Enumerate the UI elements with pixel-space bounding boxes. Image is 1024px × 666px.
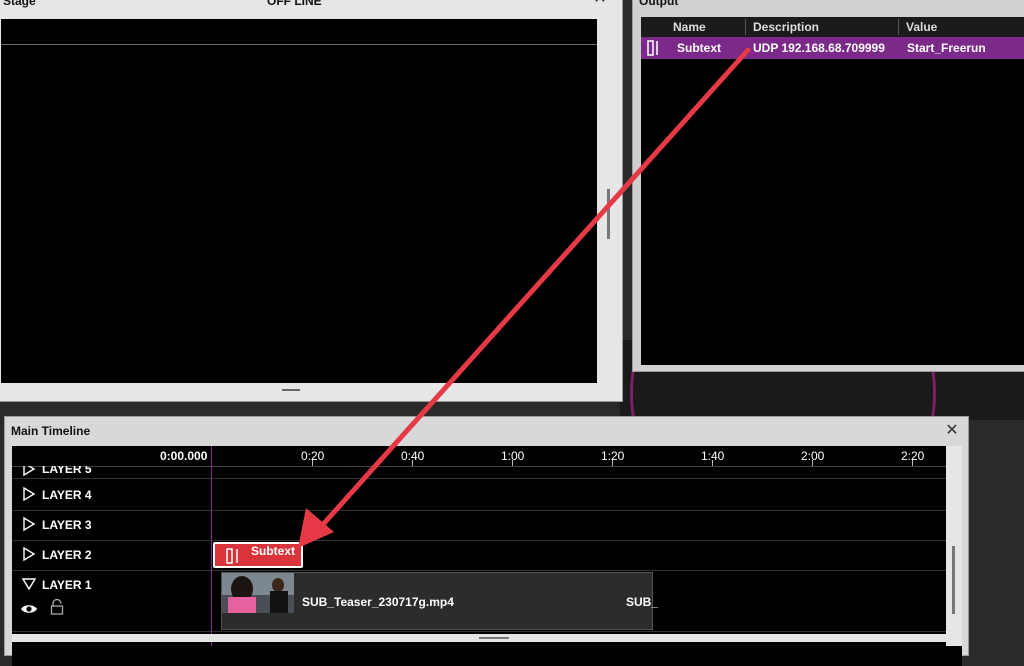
output-row-description: UDP 192.168.68.709999: [753, 41, 885, 55]
output-title: Output: [639, 0, 679, 8]
timeline-body: 0:00.000 0:20 0:40 1:00 1:20 1:40 2:00 2…: [12, 446, 962, 666]
playhead[interactable]: [211, 446, 212, 646]
layer-label: LAYER 5: [42, 466, 92, 476]
stage-divider: [1, 44, 597, 45]
column-name[interactable]: Name: [673, 20, 706, 34]
layer-label: LAYER 4: [42, 488, 92, 502]
layer-row-2[interactable]: LAYER 2: [12, 541, 946, 571]
stage-resize-handle[interactable]: [282, 389, 300, 391]
column-divider[interactable]: [898, 19, 899, 35]
output-row-name: Subtext: [677, 41, 722, 55]
media-filename-repeat: SUB_: [626, 595, 659, 609]
stage-scroll-thumb[interactable]: [607, 189, 610, 239]
stage-canvas[interactable]: [1, 19, 597, 383]
output-table-header: Name Description Value: [641, 17, 1024, 37]
timeline-vertical-scrollbar[interactable]: [946, 446, 962, 646]
timeline-window: Main Timeline ✕ 0:00.000 0:20 0:40 1:00 …: [4, 416, 969, 666]
subtext-cue[interactable]: Subtext: [213, 542, 303, 568]
stage-window: Stage OFF LINE ✕: [0, 0, 623, 402]
layer-label: LAYER 2: [42, 548, 92, 562]
media-thumbnail: [222, 573, 294, 613]
output-cue-icon: [226, 548, 238, 564]
layer-label: LAYER 3: [42, 518, 92, 532]
timeline-scroll-thumb[interactable]: [952, 546, 955, 614]
close-icon[interactable]: ✕: [592, 0, 608, 7]
timeline-ruler[interactable]: 0:00.000 0:20 0:40 1:00 1:20 1:40 2:00 2…: [12, 446, 946, 467]
expand-triangle-icon[interactable]: [22, 547, 36, 561]
expand-triangle-icon[interactable]: [22, 487, 36, 501]
output-row[interactable]: Subtext UDP 192.168.68.709999 Start_Free…: [641, 37, 1024, 59]
collapse-triangle-icon[interactable]: [22, 577, 36, 591]
close-icon[interactable]: ✕: [944, 423, 960, 439]
layer-row-4[interactable]: LAYER 4: [12, 481, 946, 511]
output-cue-icon: [647, 40, 658, 56]
timeline-resize-handle[interactable]: [479, 637, 509, 639]
column-value[interactable]: Value: [906, 20, 937, 34]
layer-row-3[interactable]: LAYER 3: [12, 511, 946, 541]
timeline-bottom-bar: [12, 634, 962, 642]
expand-triangle-icon[interactable]: [22, 466, 36, 476]
stage-status: OFF LINE: [267, 0, 322, 8]
output-window: Output Name Description Value Subtext UD…: [632, 0, 1024, 372]
media-filename: SUB_Teaser_230717g.mp4: [302, 595, 454, 609]
timeline-title: Main Timeline: [11, 424, 91, 438]
stage-scrollbar[interactable]: [604, 19, 614, 383]
eye-icon[interactable]: [20, 603, 38, 615]
timecode-display: 0:00.000: [160, 449, 208, 463]
output-row-value: Start_Freerun: [907, 41, 986, 55]
lock-icon[interactable]: [50, 599, 64, 615]
layer-row-5[interactable]: LAYER 5: [12, 466, 946, 479]
column-description[interactable]: Description: [753, 20, 819, 34]
cue-label: Subtext: [251, 544, 296, 558]
output-table: Name Description Value Subtext UDP 192.1…: [641, 17, 1024, 365]
expand-triangle-icon[interactable]: [22, 517, 36, 531]
column-divider[interactable]: [745, 19, 746, 35]
layer-label: LAYER 1: [42, 578, 92, 592]
media-clip[interactable]: SUB_Teaser_230717g.mp4 SUB_: [221, 572, 658, 630]
